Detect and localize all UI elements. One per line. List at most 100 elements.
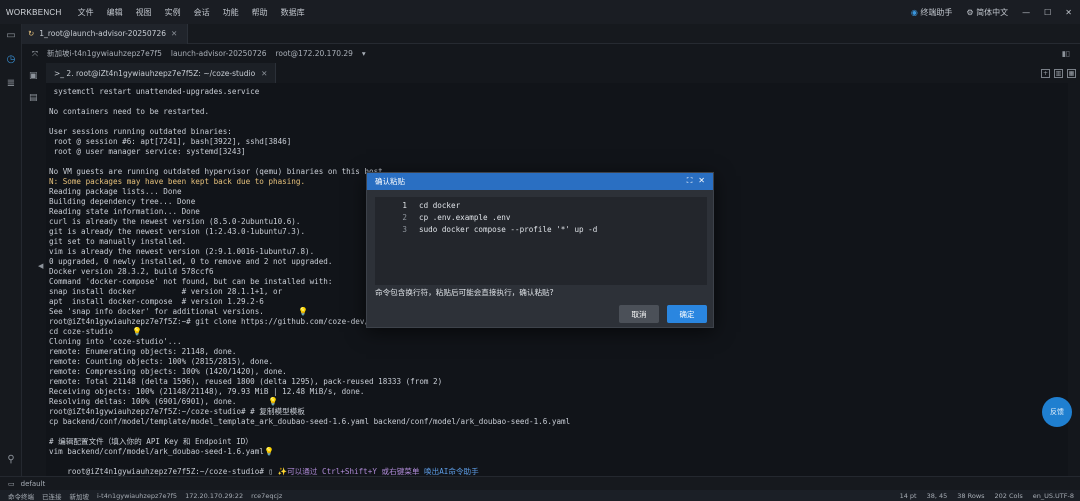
database-icon[interactable]: ≣ [5, 78, 17, 90]
terminal-line: vim backend/conf/model/ark_doubao-seed-1… [49, 447, 264, 456]
menubar-right: ◉ 终端助手 ⚙ 简体中文 — ☐ ✕ [911, 0, 1072, 24]
code-line: sudo docker compose --profile '*' up -d [419, 225, 598, 234]
close-tab-icon[interactable]: ✕ [171, 29, 177, 38]
status-item: 172.20.170.29:22 [185, 491, 244, 500]
sidebar-toggle-icon[interactable]: ▮▯ [1062, 49, 1070, 58]
terminal-tab-label: >_ 2. root@iZt4n1gywiauhzepz7e7f5Z: ~/co… [54, 68, 256, 78]
terminal-line: N: Some packages may have been kept back… [49, 177, 306, 186]
code-line: cp .env.example .env [419, 213, 511, 222]
lightbulb-icon[interactable]: 💡 [132, 327, 142, 336]
terminal-tabs: >_ 2. root@iZt4n1gywiauhzepz7e7f5Z: ~/co… [46, 63, 1080, 83]
add-pane-icon[interactable]: + [1041, 68, 1050, 78]
cursor-position: 38, 45 [926, 491, 948, 500]
menubar: WORKBENCH 文件 编辑 视图 实例 会话 功能 帮助 数据库 ◉ 终端助… [0, 0, 1080, 24]
cancel-button[interactable]: 取消 [619, 305, 659, 323]
session-instance: 新加坡i-t4n1gywiauhzepz7e7f5 [47, 49, 162, 58]
ai-hint-text: 可以通过 Ctrl+Shift+Y 或右键菜单 [287, 467, 420, 476]
menu-view[interactable]: 视图 [136, 7, 152, 18]
menu-file[interactable]: 文件 [78, 7, 94, 18]
rows-count: 38 Rows [957, 491, 985, 500]
paste-preview: 1 cd docker 2 cp .env.example .env 3 sud… [375, 197, 707, 285]
terminal-line: Reading state information... Done [49, 207, 200, 216]
activity-bar: ▭ ◷ ≣ ⚲ [0, 24, 22, 490]
lightbulb-icon[interactable]: 💡 [264, 447, 274, 456]
secondary-sidebar: ▣ ▤ [22, 63, 46, 490]
menu-help[interactable]: 帮助 [252, 7, 268, 18]
menu-session[interactable]: 会话 [194, 7, 210, 18]
menu-database[interactable]: 数据库 [281, 7, 305, 18]
terminal-line: systemctl restart unattended-upgrades.se… [49, 87, 260, 96]
ai-assistant-link[interactable]: 唤出AI命令助手 [424, 467, 479, 476]
sparkle-icon: ✨ [277, 467, 288, 476]
terminal-assistant-button[interactable]: ◉ 终端助手 [911, 7, 953, 18]
status-bar: 命令终端 已连接 新加坡 i-t4n1gywiauhzepz7e7f5 172.… [0, 490, 1080, 501]
refresh-icon: ↻ [28, 29, 35, 38]
terminal-line: No containers need to be restarted. [49, 107, 210, 116]
grid-pane-icon[interactable]: ▦ [1067, 68, 1076, 78]
feedback-button[interactable]: 反馈 [1042, 397, 1072, 427]
language-button[interactable]: ⚙ 简体中文 [966, 7, 1008, 18]
terminal-icon[interactable]: ▣ [29, 71, 38, 81]
prompt-text: root@iZt4n1gywiauhzepz7e7f5Z:~/coze-stud… [67, 467, 269, 476]
dialog-close-icon[interactable]: ✕ [698, 176, 705, 186]
terminal-line: git set to manually installed. [49, 237, 187, 246]
terminal-line: # 编辑配置文件（填入你的 API Key 和 Endpoint ID） [49, 437, 253, 446]
collapse-handle-icon[interactable]: ◀ [38, 262, 43, 270]
terminal-line: remote: Total 21148 (delta 1596), reused… [49, 377, 443, 386]
terminal-line: Building dependency tree... Done [49, 197, 196, 206]
confirm-paste-dialog: 确认粘贴 ⛶ ✕ 1 cd docker 2 cp .env.example .… [366, 172, 714, 328]
terminal-line: curl is already the newest version (8.5.… [49, 217, 301, 226]
gear-icon: ⚙ [966, 7, 974, 17]
dialog-header: 确认粘贴 ⛶ ✕ [367, 173, 713, 190]
font-size[interactable]: 14 pt [900, 492, 917, 500]
session-info-bar: ⤧ 新加坡i-t4n1gywiauhzepz7e7f5 launch-advis… [22, 44, 1080, 63]
encoding[interactable]: en_US.UTF-8 [1033, 492, 1074, 500]
terminal-prompt-line: root@iZt4n1gywiauhzepz7e7f5Z:~/coze-stud… [49, 457, 479, 476]
dialog-message: 命令包含换行符，粘贴后可能会直接执行，确认粘贴? [375, 288, 554, 297]
confirm-button[interactable]: 确定 [667, 305, 707, 323]
code-line: cd docker [419, 201, 461, 210]
menu-edit[interactable]: 编辑 [107, 7, 123, 18]
assistant-icon: ◉ [910, 7, 918, 17]
maximize-icon[interactable]: ☐ [1044, 8, 1051, 17]
terminal-line: Docker version 28.3.2, build 578ccf6 [49, 267, 214, 276]
session-host: root@172.20.170.29 [275, 49, 353, 58]
close-terminal-tab-icon[interactable]: ✕ [261, 69, 267, 78]
lightbulb-icon[interactable]: 💡 [268, 397, 278, 406]
file-icon[interactable]: ▤ [29, 93, 38, 103]
terminal-line: Cloning into 'coze-studio'... [49, 337, 182, 346]
menu-instance[interactable]: 实例 [165, 7, 181, 18]
lightbulb-icon[interactable]: 💡 [298, 307, 308, 316]
dialog-title: 确认粘贴 [375, 177, 405, 186]
tab-session-1[interactable]: ↻ 1_root@launch-advisor-20250726 ✕ [22, 23, 189, 44]
session-name: launch-advisor-20250726 [170, 49, 267, 58]
terminal-small-icon: ▭ [8, 479, 15, 488]
terminal-line: cd coze-studio [49, 327, 114, 336]
terminal-line: root @ user manager service: systemd[324… [49, 147, 246, 156]
terminal-line: 0 upgraded, 0 newly installed, 0 to remo… [49, 257, 333, 266]
status-item: rce7eqcjz [251, 491, 283, 500]
menu-features[interactable]: 功能 [223, 7, 239, 18]
terminal-line: User sessions running outdated binaries: [49, 127, 232, 136]
tab-label: 1_root@launch-advisor-20250726 [39, 29, 166, 38]
tab-terminal-2[interactable]: >_ 2. root@iZt4n1gywiauhzepz7e7f5Z: ~/co… [46, 63, 277, 83]
split-pane-icon[interactable]: ▥ [1054, 68, 1063, 78]
terminal-line: cp backend/conf/model/template/model_tem… [49, 417, 571, 426]
line-number: 2 [402, 213, 407, 222]
pin-icon[interactable]: ⚲ [5, 454, 17, 466]
status-item: 新加坡 [69, 492, 90, 501]
default-tab[interactable]: default [21, 480, 46, 488]
feedback-label: 反馈 [1050, 408, 1064, 416]
history-icon[interactable]: ◷ [5, 54, 17, 66]
app-name: WORKBENCH [6, 7, 62, 17]
terminal-line: Receiving objects: 100% (21148/21148), 7… [49, 387, 365, 396]
close-icon[interactable]: ✕ [1065, 8, 1072, 17]
minimize-icon[interactable]: — [1022, 8, 1030, 17]
folder-icon[interactable]: ▭ [5, 30, 17, 42]
language-label: 简体中文 [976, 7, 1009, 17]
split-icon[interactable]: ⤧ [32, 49, 38, 59]
dropdown-icon[interactable]: ▾ [362, 49, 366, 58]
status-item: 已连接 [42, 492, 62, 501]
cols-count: 202 Cols [994, 491, 1023, 500]
expand-icon[interactable]: ⛶ [687, 176, 693, 186]
